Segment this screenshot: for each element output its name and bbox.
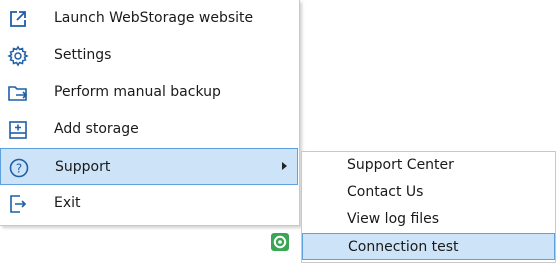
submenu-item-label: View log files [347, 211, 440, 227]
menu-item-label: Perform manual backup [54, 84, 221, 100]
menu-item-add-storage[interactable]: Add storage [0, 111, 298, 148]
submenu-item-label: Connection test [348, 239, 459, 255]
submenu-item-contact-us[interactable]: Contact Us [302, 179, 555, 206]
tray-app-icon[interactable] [270, 232, 290, 252]
menu-item-label: Add storage [54, 121, 139, 137]
help-circle-icon: ? [5, 154, 33, 182]
menu-item-label: Exit [54, 195, 81, 211]
gear-icon [4, 42, 32, 70]
external-link-icon [4, 5, 32, 33]
context-menu: Launch WebStorage website Settings Perfo… [0, 0, 300, 226]
submenu-item-label: Contact Us [347, 184, 424, 200]
menu-item-label: Launch WebStorage website [54, 10, 254, 26]
submenu-item-view-log-files[interactable]: View log files [302, 206, 555, 233]
menu-item-exit[interactable]: Exit [0, 185, 298, 222]
svg-text:?: ? [16, 162, 22, 176]
submenu-item-label: Support Center [347, 157, 454, 173]
menu-item-settings[interactable]: Settings [0, 37, 298, 74]
menu-item-label: Support [55, 159, 111, 175]
submenu-item-connection-test[interactable]: Connection test [302, 233, 555, 260]
submenu-item-support-center[interactable]: Support Center [302, 152, 555, 179]
menu-item-manual-backup[interactable]: Perform manual backup [0, 74, 298, 111]
add-storage-icon [4, 116, 32, 144]
folder-arrow-icon [4, 79, 32, 107]
support-submenu: Support Center Contact Us View log files… [301, 151, 556, 263]
submenu-arrow-icon [282, 162, 287, 170]
menu-item-label: Settings [54, 47, 112, 63]
exit-icon [4, 190, 32, 218]
menu-item-support[interactable]: ? Support [0, 148, 298, 185]
menu-item-launch-website[interactable]: Launch WebStorage website [0, 0, 298, 37]
